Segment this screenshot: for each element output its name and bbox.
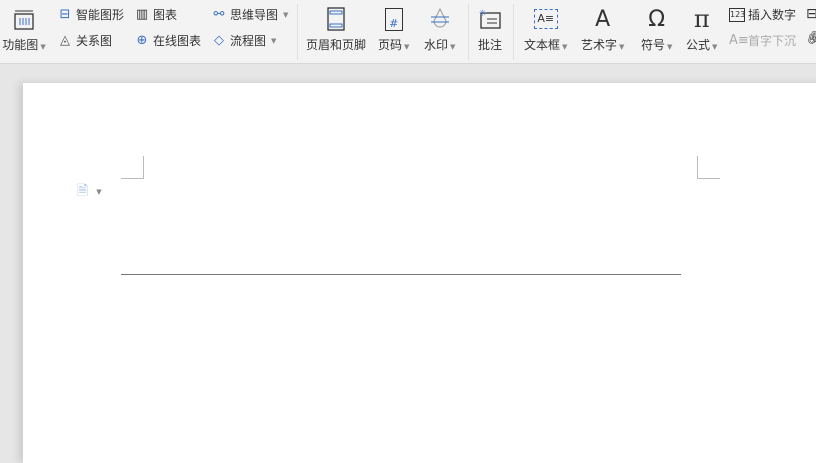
flowchart-label: 流程图	[230, 34, 267, 48]
margin-corner-top-right	[697, 156, 720, 179]
symbol-label: 符号	[641, 38, 666, 52]
paragraph-layout-button[interactable]: 🗎 ▼	[77, 180, 102, 204]
page-number-icon: #	[384, 4, 403, 34]
formula-label: 公式	[686, 38, 711, 52]
online-chart-button[interactable]: ⊕ 在线图表	[134, 32, 201, 49]
insert-number-button[interactable]: 123 插入数字	[729, 6, 796, 23]
chevron-down-icon: ▼	[619, 43, 625, 51]
chevron-down-icon: ▼	[404, 43, 410, 51]
margin-corner-top-left	[121, 156, 144, 179]
divider	[513, 4, 514, 60]
drop-cap-label: 首字下沉	[748, 34, 797, 48]
smart-shape-button[interactable]: ⊟ 智能图形	[57, 6, 124, 23]
chevron-down-icon: ▼	[271, 36, 277, 45]
mind-map-label: 思维导图	[230, 8, 279, 22]
comment-label: 批注	[478, 38, 503, 52]
divider	[297, 4, 298, 60]
function-chart-button[interactable]: 功能图 ▼	[0, 4, 48, 53]
textbox-icon: A≡	[533, 4, 558, 34]
pi-icon: π	[693, 5, 710, 33]
document-icon: 🗎	[77, 183, 89, 199]
attachment-icon[interactable]: 🖇	[806, 31, 816, 47]
chevron-down-icon: ▼	[712, 43, 718, 51]
header-footer-button[interactable]: 页眉和页脚	[306, 4, 366, 53]
wordart-icon: A	[595, 6, 611, 32]
smart-shape-icon: ⊟	[59, 6, 71, 22]
omega-icon: Ω	[648, 6, 666, 32]
flowchart-button[interactable]: ◇ 流程图 ▼	[211, 32, 276, 49]
svg-text:✳: ✳	[479, 9, 487, 19]
wordart-label: 艺术字	[581, 38, 618, 52]
page-number-label: 页码	[378, 38, 403, 52]
bar-chart-icon: ▥	[135, 6, 149, 22]
header-line	[121, 274, 681, 275]
watermark-icon	[428, 4, 452, 34]
chevron-down-icon: ▼	[667, 43, 673, 51]
wordart-button[interactable]: A 艺术字 ▼	[581, 4, 624, 53]
divider	[468, 4, 469, 60]
chevron-down-icon: ▼	[40, 43, 46, 51]
relation-button[interactable]: ◬ 关系图	[57, 32, 112, 49]
smart-shape-label: 智能图形	[76, 8, 125, 22]
header-footer-icon	[326, 4, 346, 34]
formula-button[interactable]: π 公式 ▼	[686, 4, 717, 53]
function-chart-label: 功能图	[2, 38, 39, 52]
comment-button[interactable]: ✳ 批注	[478, 4, 502, 53]
insert-number-label: 插入数字	[748, 8, 797, 22]
chevron-down-icon: ▼	[450, 43, 456, 51]
insert-number-icon: 123	[729, 7, 745, 22]
online-chart-label: 在线图表	[153, 34, 202, 48]
relation-icon: ◬	[60, 32, 70, 48]
mind-map-icon: ⚯	[213, 6, 225, 22]
page-number-button[interactable]: # 页码 ▼	[378, 4, 409, 53]
textbox-label: 文本框	[524, 38, 561, 52]
header-footer-label: 页眉和页脚	[306, 38, 367, 52]
relation-label: 关系图	[76, 34, 113, 48]
chart-button[interactable]: ▥ 图表	[134, 6, 177, 23]
comment-icon: ✳	[478, 4, 502, 34]
watermark-button[interactable]: 水印 ▼	[424, 4, 455, 53]
object-icon[interactable]: ⊟	[806, 6, 816, 22]
function-chart-icon	[12, 4, 36, 34]
insert-ribbon: 功能图 ▼ ⊟ 智能图形 ◬ 关系图 ▥ 图表 ⊕ 在线图表 ⚯ 思维导图 ▼ ◇ 流程图 ▼ 页…	[0, 0, 816, 64]
online-chart-icon: ⊕	[136, 32, 148, 48]
drop-cap-icon: A≡	[729, 32, 749, 48]
mind-map-button[interactable]: ⚯ 思维导图 ▼	[211, 6, 289, 23]
chevron-down-icon: ▼	[562, 43, 568, 51]
symbol-button[interactable]: Ω 符号 ▼	[641, 4, 672, 53]
chevron-down-icon: ▼	[283, 10, 289, 19]
chart-label: 图表	[153, 8, 178, 22]
document-page[interactable]: 🗎 ▼	[23, 83, 816, 463]
chevron-down-icon: ▼	[96, 188, 102, 196]
flowchart-icon: ◇	[214, 32, 224, 48]
textbox-button[interactable]: A≡ 文本框 ▼	[524, 4, 567, 53]
drop-cap-button[interactable]: A≡ 首字下沉	[729, 32, 796, 49]
watermark-label: 水印	[424, 38, 449, 52]
